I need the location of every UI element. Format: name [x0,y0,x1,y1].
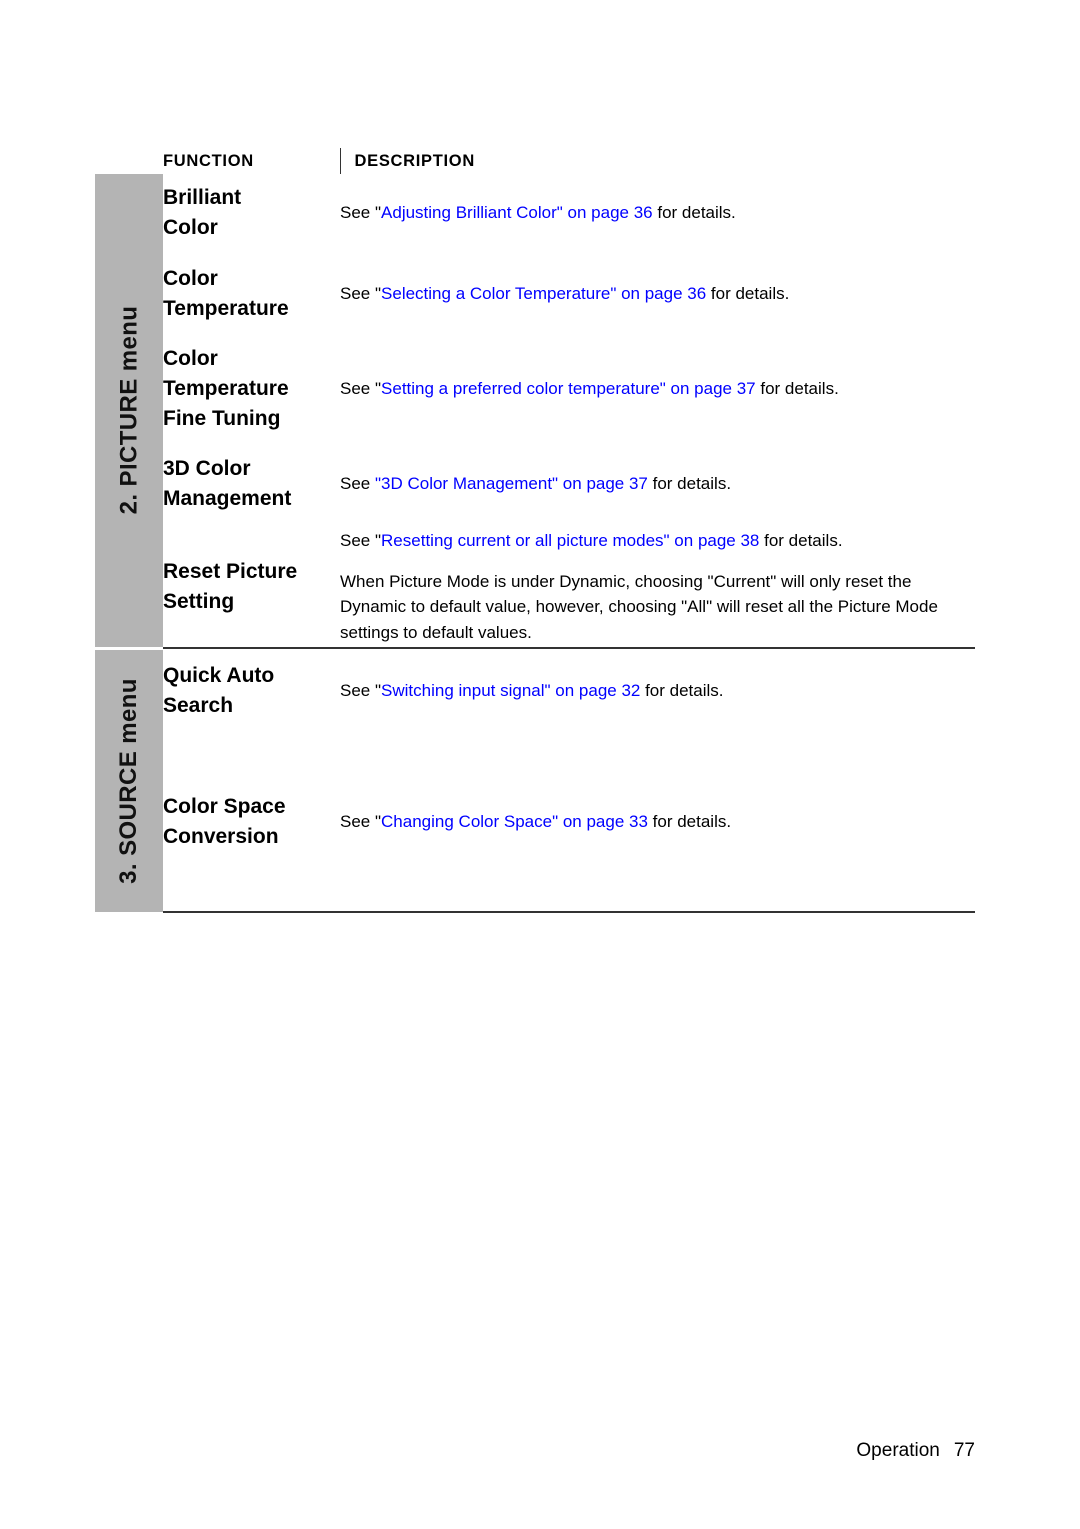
description-paragraph: See "Adjusting Brilliant Color" on page … [340,200,975,226]
table-row: Color Temperature Fine Tuning See "Setting … [95,336,975,442]
function-name-line: Temperature [163,297,289,320]
cross-reference-link[interactable]: Switching input signal" on page 32 [381,681,640,700]
function-name-line: Management [163,487,292,510]
function-name-cell: Color Space Conversion [163,732,340,913]
description-cell: See "Selecting a Color Temperature" on p… [340,252,975,336]
description-text: for details. [652,203,736,223]
function-name-line: Color [163,347,218,371]
description-cell: See "Switching input signal" on page 32 … [340,647,975,732]
table-row: 2. PICTURE menu Brilliant Color See "Adjust… [95,174,975,648]
description-text: See [340,680,375,700]
function-name-cell: Color Temperature Fine Tuning [163,336,340,442]
table-body: 2. PICTURE menu Brilliant Color See "Adjust… [95,174,975,913]
table-header-row: FUNCTION DESCRIPTION [95,148,975,174]
function-name-cell: Reset Picture Setting [163,526,340,648]
description-paragraph: When Picture Mode is under Dynamic, choo… [340,569,975,646]
description-paragraph: See "3D Color Management" on page 37 for… [340,471,975,497]
document-page: FUNCTION DESCRIPTION 2. PICTURE menu Bril… [0,0,1080,1529]
description-text: When Picture Mode is under Dynamic, choo… [340,571,938,642]
description-paragraph: See "Changing Color Space" on page 33 fo… [340,809,975,835]
function-name-line: Color [163,216,218,239]
table-header: FUNCTION DESCRIPTION [95,148,975,174]
description-text: See [340,811,375,831]
description-text: for details. [706,284,790,304]
table-row: Color Temperature See "Selecting a Color T… [95,252,975,336]
description-text: See [340,474,375,494]
function-name-line: Conversion [163,824,279,848]
description-paragraph: See "Resetting current or all picture mo… [340,528,975,554]
table-row: 3D Color Management See "3D Color Manageme… [95,442,975,526]
function-name-line: Fine Tuning [163,406,281,430]
page-footer: Operation 77 [0,1440,975,1462]
function-name-line: Temperature [163,377,289,401]
header-sidebar-spacer [95,148,163,174]
function-name-cell: Brilliant Color [163,174,340,252]
description-text: for details. [759,531,843,550]
menu-reference-table: FUNCTION DESCRIPTION 2. PICTURE menu Bril… [95,148,975,913]
description-text: for details. [647,474,732,494]
function-name-line: 3D Color [163,457,251,481]
description-paragraph: See "Switching input signal" on page 32 … [340,678,975,704]
footer-page-number: 77 [953,1440,975,1461]
function-name-cell: 3D Color Management [163,442,340,526]
table-row: Color Space Conversion See "Changing Color… [95,732,975,913]
cross-reference-link[interactable]: Setting a preferred color temperature" o… [381,379,756,398]
description-paragraph: See "Setting a preferred color temperatu… [340,376,975,402]
table-row: 3. SOURCE menu Quick Auto Search See "Switc… [95,646,975,912]
menu-group-sidebar: 2. PICTURE menu [95,174,163,648]
menu-group-label: 3. SOURCE menu [115,677,143,884]
cross-reference-link[interactable]: Resetting current or all picture modes" … [381,531,759,550]
description-text: See [340,531,375,550]
column-header-function: FUNCTION [163,148,340,174]
description-cell: See "Setting a preferred color temperatu… [340,336,975,442]
description-cell: See "3D Color Management" on page 37 for… [340,442,975,526]
description-text: See [340,379,375,399]
footer-section-label: Operation [856,1440,940,1461]
cross-reference-link[interactable]: Adjusting Brilliant Color" on page 36 [381,203,653,222]
cross-reference-link[interactable]: Changing Color Space" on page 33 [381,812,648,831]
description-text: See [340,284,375,304]
function-name-line: Color [163,267,218,291]
menu-group-label: 2. PICTURE menu [115,305,143,515]
description-cell: See "Resetting current or all picture mo… [340,526,975,648]
function-name-cell: Color Temperature [163,252,340,336]
function-name-cell: Quick Auto Search [163,647,340,732]
function-name-line: Search [163,693,234,717]
function-name-line: Quick Auto [163,663,275,687]
column-header-description: DESCRIPTION [339,148,975,174]
function-name-line: Setting [163,589,235,613]
table: FUNCTION DESCRIPTION 2. PICTURE menu Bril… [95,148,975,913]
description-cell: See "Changing Color Space" on page 33 fo… [340,732,975,913]
description-text: for details. [647,811,732,831]
description-text: for details. [755,379,839,399]
description-text: See [340,203,375,223]
table-row: Reset Picture Setting See "Resetting curre… [95,526,975,648]
cross-reference-link[interactable]: "3D Color Management" on page 37 [375,474,648,493]
cross-reference-link[interactable]: Selecting a Color Temperature" on page 3… [381,284,706,303]
description-text: for details. [640,680,724,700]
function-name-line: Brilliant [163,186,242,210]
menu-group-sidebar: 3. SOURCE menu [95,646,163,912]
function-name-line: Reset Picture [163,559,298,583]
function-name-line: Color Space [163,794,286,818]
description-cell: See "Adjusting Brilliant Color" on page … [340,174,975,252]
description-paragraph: See "Selecting a Color Temperature" on p… [340,281,975,307]
